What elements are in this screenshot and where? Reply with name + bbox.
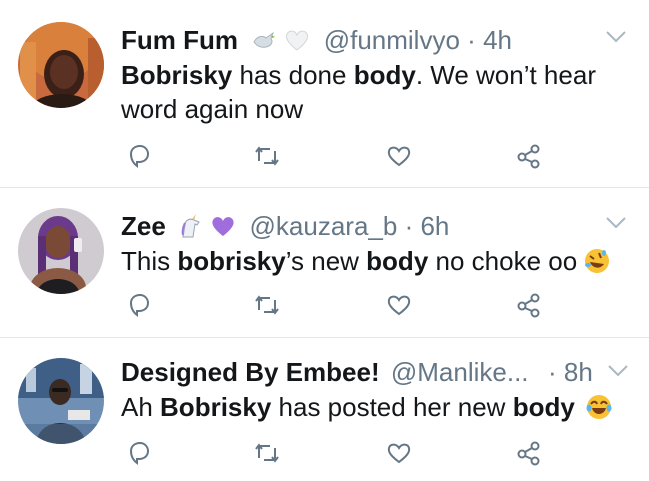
avatar[interactable] [18, 208, 104, 294]
retweet-icon [255, 146, 279, 166]
handle[interactable]: @kauzara_b [250, 211, 398, 241]
tweet-3[interactable]: Designed By Embee! @Manlike... · 8h Ah B… [0, 338, 649, 481]
timestamp[interactable]: 8h [564, 357, 593, 387]
purple-heart-icon [212, 217, 234, 236]
tears-of-joy-emoji-icon [586, 395, 612, 419]
tweet-header: Fum Fum @funmilvyo · 4h [121, 24, 589, 56]
handle[interactable]: @Manlike... [391, 357, 529, 387]
tweet-actions [0, 141, 649, 171]
reply-icon [129, 144, 150, 169]
share-icon [517, 441, 540, 466]
share-button[interactable] [514, 438, 544, 468]
retweet-button[interactable] [252, 438, 282, 468]
reply-icon [129, 293, 150, 318]
avatar[interactable] [18, 22, 104, 108]
tweet-header: Zee @kauzara_b · 6h [121, 210, 589, 242]
share-icon [517, 144, 540, 169]
chevron-down-icon[interactable] [605, 216, 627, 230]
like-button[interactable] [384, 141, 414, 171]
share-button[interactable] [514, 141, 544, 171]
tweet-text: This bobrisky’s new body no choke oo [121, 244, 629, 278]
reply-button[interactable] [124, 438, 154, 468]
retweet-button[interactable] [252, 141, 282, 171]
timestamp[interactable]: 6h [420, 211, 449, 241]
reply-button[interactable] [124, 141, 154, 171]
like-button[interactable] [384, 290, 414, 320]
display-name[interactable]: Fum Fum [121, 25, 238, 55]
tweet-header: Designed By Embee! @Manlike... [121, 356, 559, 388]
share-button[interactable] [514, 290, 544, 320]
unicorn-icon [181, 214, 200, 238]
separator-dot: · [548, 357, 557, 387]
like-button[interactable] [384, 438, 414, 468]
retweet-icon [255, 443, 279, 463]
share-icon [517, 293, 540, 318]
chevron-down-icon[interactable] [605, 30, 627, 44]
separator-dot: · [404, 211, 414, 241]
chevron-down-icon[interactable] [607, 364, 629, 378]
tweet-actions [0, 290, 649, 320]
rolling-laughing-emoji-icon [585, 249, 610, 273]
white-heart-icon [286, 30, 309, 51]
separator-dot: · [467, 25, 476, 55]
reply-icon [129, 441, 150, 466]
tweet-2[interactable]: Zee @kauzara_b · 6h This bobrisky’s new … [0, 188, 649, 338]
tweet-actions [0, 438, 649, 468]
like-icon [387, 146, 411, 167]
tweet-text: Ah Bobrisky has posted her new body [121, 390, 629, 424]
handle[interactable]: @funmilvyo [324, 25, 460, 55]
dove-icon [253, 31, 276, 48]
timestamp[interactable]: 4h [483, 25, 512, 55]
tweet-text: Bobrisky has done body. We won’t hear wo… [121, 60, 596, 124]
display-name[interactable]: Designed By Embee! [121, 357, 380, 387]
tweet-1[interactable]: Fum Fum @funmilvyo · 4h Bobrisky has don… [0, 0, 649, 188]
retweet-button[interactable] [252, 290, 282, 320]
like-icon [387, 295, 411, 316]
timestamp-group: · 8h [548, 356, 593, 388]
avatar[interactable] [18, 358, 104, 444]
display-name[interactable]: Zee [121, 211, 166, 241]
retweet-icon [255, 295, 279, 315]
like-icon [387, 443, 411, 464]
reply-button[interactable] [124, 290, 154, 320]
